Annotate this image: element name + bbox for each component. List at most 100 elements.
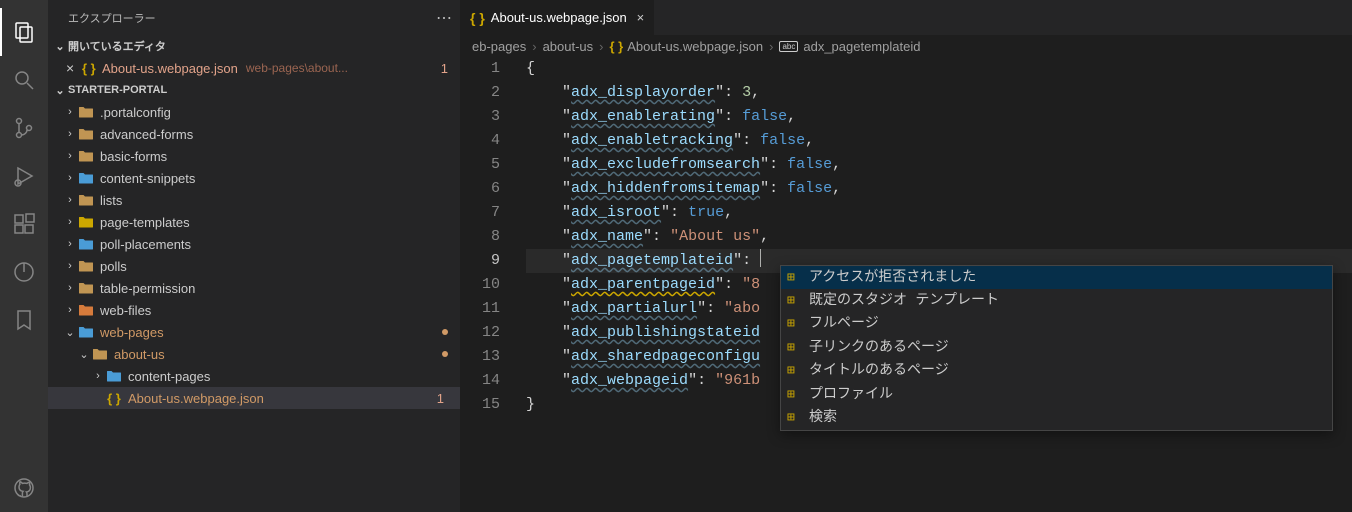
tree-item-label: about-us [114, 347, 165, 362]
code-editor[interactable]: 123456789101112131415 { "adx_displayorde… [460, 57, 1352, 512]
tree-item-label: About-us.webpage.json [128, 391, 264, 406]
symbol-string-icon: abc [779, 41, 798, 52]
chevron-right-icon: › [62, 238, 78, 250]
json-file-icon: { } [106, 391, 122, 406]
breadcrumb[interactable]: eb-pages › about-us › { } About-us.webpa… [460, 35, 1352, 57]
activity-explorer-icon[interactable] [0, 8, 48, 56]
autocomplete-label: 検索 [809, 406, 837, 430]
folder-item[interactable]: › lists [48, 189, 460, 211]
autocomplete-label: アクセスが拒否されました [809, 266, 976, 290]
breadcrumb-part[interactable]: eb-pages [472, 39, 526, 54]
tree-item-label: .portalconfig [100, 105, 171, 120]
autocomplete-label: プロファイル [809, 383, 893, 407]
enum-icon: ⊞ [787, 266, 803, 290]
editor-tab[interactable]: { } About-us.webpage.json × [460, 0, 655, 35]
sidebar-title: エクスプローラー [68, 10, 436, 26]
folder-item[interactable]: ›content-snippets [48, 167, 460, 189]
activity-scm-icon[interactable] [0, 104, 48, 152]
chevron-right-icon: › [62, 260, 78, 272]
modified-dot-icon [442, 329, 448, 335]
autocomplete-label: タイトルのあるページ [809, 359, 949, 383]
chevron-right-icon: › [62, 194, 78, 206]
json-file-icon: { } [610, 39, 624, 54]
open-editor-filename: About-us.webpage.json [102, 61, 238, 76]
breadcrumb-part[interactable]: about-us [543, 39, 594, 54]
open-editor-item[interactable]: × { } About-us.webpage.json web-pages\ab… [48, 57, 460, 79]
folder-icon [78, 104, 94, 120]
close-icon[interactable]: × [66, 60, 82, 76]
folder-item[interactable]: ⌄web-pages [48, 321, 460, 343]
enum-icon: ⊞ [787, 312, 803, 336]
chevron-right-icon: › [62, 172, 78, 184]
autocomplete-item[interactable]: ⊞検索 [781, 406, 1332, 429]
chevron-right-icon: › [62, 282, 78, 294]
activity-debug-icon[interactable] [0, 152, 48, 200]
autocomplete-label: 既定のスタジオ テンプレート [809, 289, 999, 313]
autocomplete-popup[interactable]: ⊞アクセスが拒否されました⊞既定のスタジオ テンプレート⊞フルページ⊞子リンクの… [780, 265, 1333, 431]
folder-item[interactable]: ⌄ about-us [48, 343, 460, 365]
chevron-right-icon: › [62, 304, 78, 316]
tab-bar: { } About-us.webpage.json × [460, 0, 1352, 35]
more-icon[interactable]: ⋯ [436, 8, 452, 28]
open-editor-badge: 1 [441, 61, 448, 76]
chevron-down-icon: ⌄ [76, 348, 92, 361]
chevron-right-icon: › [62, 150, 78, 162]
tree-item-label: content-pages [128, 369, 210, 384]
folder-item[interactable]: › poll-placements [48, 233, 460, 255]
chevron-down-icon: ⌄ [52, 40, 68, 53]
folder-icon [78, 324, 94, 340]
folder-item[interactable]: › polls [48, 255, 460, 277]
folder-item[interactable]: › basic-forms [48, 145, 460, 167]
tree-item-label: poll-placements [100, 237, 191, 252]
tree-item-label: polls [100, 259, 127, 274]
autocomplete-label: フルページ [809, 312, 879, 336]
chevron-down-icon: ⌄ [62, 326, 78, 339]
folder-item[interactable]: ›.portalconfig [48, 101, 460, 123]
open-editors-label: 開いているエディタ [68, 38, 166, 54]
folder-item[interactable]: › advanced-forms [48, 123, 460, 145]
folder-item[interactable]: ›content-pages [48, 365, 460, 387]
enum-icon: ⊞ [787, 383, 803, 407]
activity-search-icon[interactable] [0, 56, 48, 104]
autocomplete-item[interactable]: ⊞子リンクのあるページ [781, 336, 1332, 359]
folder-item[interactable]: ›table-permission [48, 277, 460, 299]
chevron-right-icon: › [62, 128, 78, 140]
folder-icon [78, 192, 94, 208]
explorer-sidebar: エクスプローラー ⋯ ⌄ 開いているエディタ × { } About-us.we… [48, 0, 460, 512]
autocomplete-item[interactable]: ⊞プロファイル [781, 383, 1332, 406]
activity-power-icon[interactable] [0, 248, 48, 296]
breadcrumb-part[interactable]: About-us.webpage.json [627, 39, 763, 54]
tree-item-label: lists [100, 193, 122, 208]
activity-github-icon[interactable] [0, 464, 48, 512]
modified-dot-icon [442, 351, 448, 357]
folder-icon [78, 214, 94, 230]
editor-pane: { } About-us.webpage.json × eb-pages › a… [460, 0, 1352, 512]
folder-icon [78, 258, 94, 274]
close-icon[interactable]: × [637, 10, 645, 25]
autocomplete-item[interactable]: ⊞アクセスが拒否されました [781, 266, 1332, 289]
autocomplete-label: 子リンクのあるページ [809, 336, 949, 360]
tree-item-label: basic-forms [100, 149, 167, 164]
activity-bookmark-icon[interactable] [0, 296, 48, 344]
breadcrumb-part[interactable]: adx_pagetemplateid [803, 39, 920, 54]
autocomplete-item[interactable]: ⊞フルページ [781, 313, 1332, 336]
open-editor-path: web-pages\about... [246, 61, 348, 75]
folder-item[interactable]: › page-templates [48, 211, 460, 233]
activity-extensions-icon[interactable] [0, 200, 48, 248]
enum-icon: ⊞ [787, 359, 803, 383]
chevron-down-icon: ⌄ [52, 84, 68, 97]
tree-item-label: page-templates [100, 215, 190, 230]
chevron-right-icon: › [599, 39, 603, 54]
autocomplete-item[interactable]: ⊞既定のスタジオ テンプレート [781, 289, 1332, 312]
autocomplete-item[interactable]: ⊞タイトルのあるページ [781, 360, 1332, 383]
folder-item[interactable]: ›web-files [48, 299, 460, 321]
file-tree: ›.portalconfig›advanced-forms›basic-form… [48, 101, 460, 512]
folder-icon [92, 346, 108, 362]
chevron-right-icon: › [62, 216, 78, 228]
workspace-section[interactable]: ⌄ STARTER-PORTAL [48, 79, 460, 101]
tree-item-label: advanced-forms [100, 127, 193, 142]
sidebar-header: エクスプローラー ⋯ [48, 0, 460, 35]
file-item[interactable]: { }About-us.webpage.json1 [48, 387, 460, 409]
open-editors-section[interactable]: ⌄ 開いているエディタ [48, 35, 460, 57]
json-file-icon: { } [82, 61, 98, 76]
